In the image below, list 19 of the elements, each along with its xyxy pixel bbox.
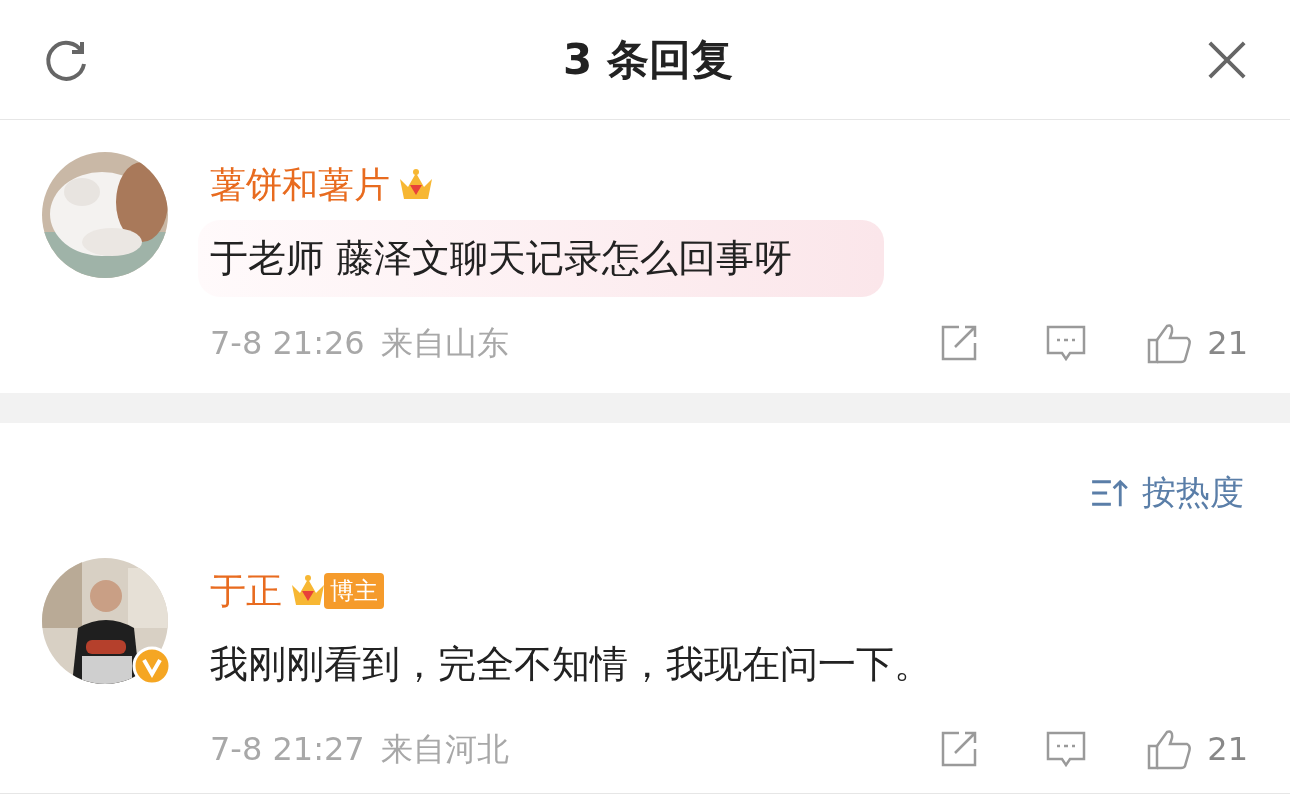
timestamp: 7-8 21:26 [210,323,365,364]
user-name[interactable]: 薯饼和薯片 [210,158,390,212]
sort-icon [1090,477,1128,508]
verified-badge-icon [132,646,172,686]
like-count: 21 [1207,323,1248,364]
blogger-badge: 博主 [324,573,384,609]
location-text: 来自山东 [380,323,509,364]
header-title: 3 条回复 [562,34,734,86]
thumbs-up-icon[interactable] [1147,322,1194,364]
sort-button[interactable]: 按热度 [1090,467,1244,518]
comment-text: 我刚刚看到，完全不知情，我现在问一下。 [210,641,932,688]
timestamp: 7-8 21:27 [210,729,365,770]
comment-icon[interactable] [1045,323,1088,363]
user-name[interactable]: 于正 [210,564,282,618]
comment-text: 于老师 藤泽文聊天记录怎么回事呀 [198,220,885,297]
comment-icon[interactable] [1045,729,1088,769]
like-count: 21 [1207,729,1248,770]
location-text: 来自河北 [380,729,509,770]
thumbs-up-icon[interactable] [1147,728,1194,770]
